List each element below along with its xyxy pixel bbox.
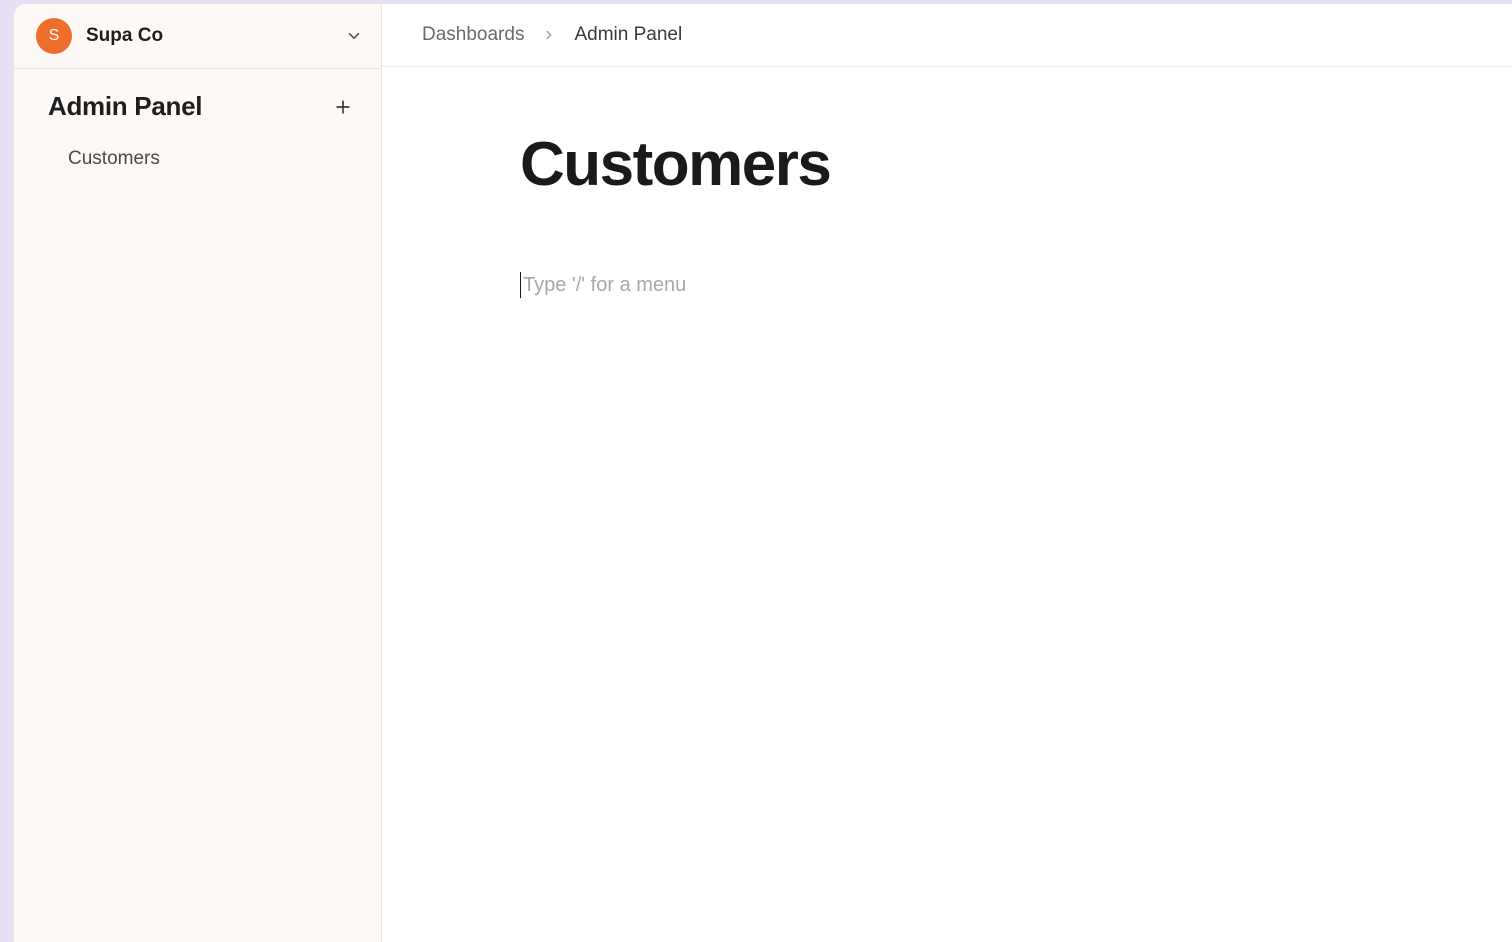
- editor-cursor-line: [520, 272, 1512, 298]
- plus-icon: [333, 97, 353, 117]
- add-page-button[interactable]: [329, 93, 357, 121]
- sidebar: S Supa Co Admin Panel Custome: [14, 4, 382, 942]
- breadcrumb-root-link[interactable]: Dashboards: [422, 24, 524, 46]
- app-window: S Supa Co Admin Panel Custome: [14, 4, 1512, 942]
- block-editor-input[interactable]: [523, 272, 1223, 299]
- breadcrumb: Dashboards Admin Panel: [382, 4, 1512, 67]
- chevron-right-icon: [542, 28, 556, 42]
- page-content: Customers: [382, 67, 1512, 942]
- main-area: Dashboards Admin Panel Customers: [382, 4, 1512, 942]
- sidebar-item-label: Customers: [68, 148, 160, 169]
- org-avatar-initial: S: [49, 27, 60, 45]
- sidebar-section: Admin Panel Customers: [14, 69, 381, 186]
- section-title: Admin Panel: [48, 91, 202, 122]
- chevron-down-icon: [345, 27, 363, 45]
- page-title: Customers: [520, 129, 1512, 200]
- sidebar-item-customers[interactable]: Customers: [48, 140, 365, 178]
- org-switcher[interactable]: S Supa Co: [14, 4, 381, 69]
- section-header: Admin Panel: [48, 91, 365, 122]
- breadcrumb-current: Admin Panel: [574, 24, 682, 46]
- org-avatar: S: [36, 18, 72, 54]
- org-name: Supa Co: [86, 25, 331, 47]
